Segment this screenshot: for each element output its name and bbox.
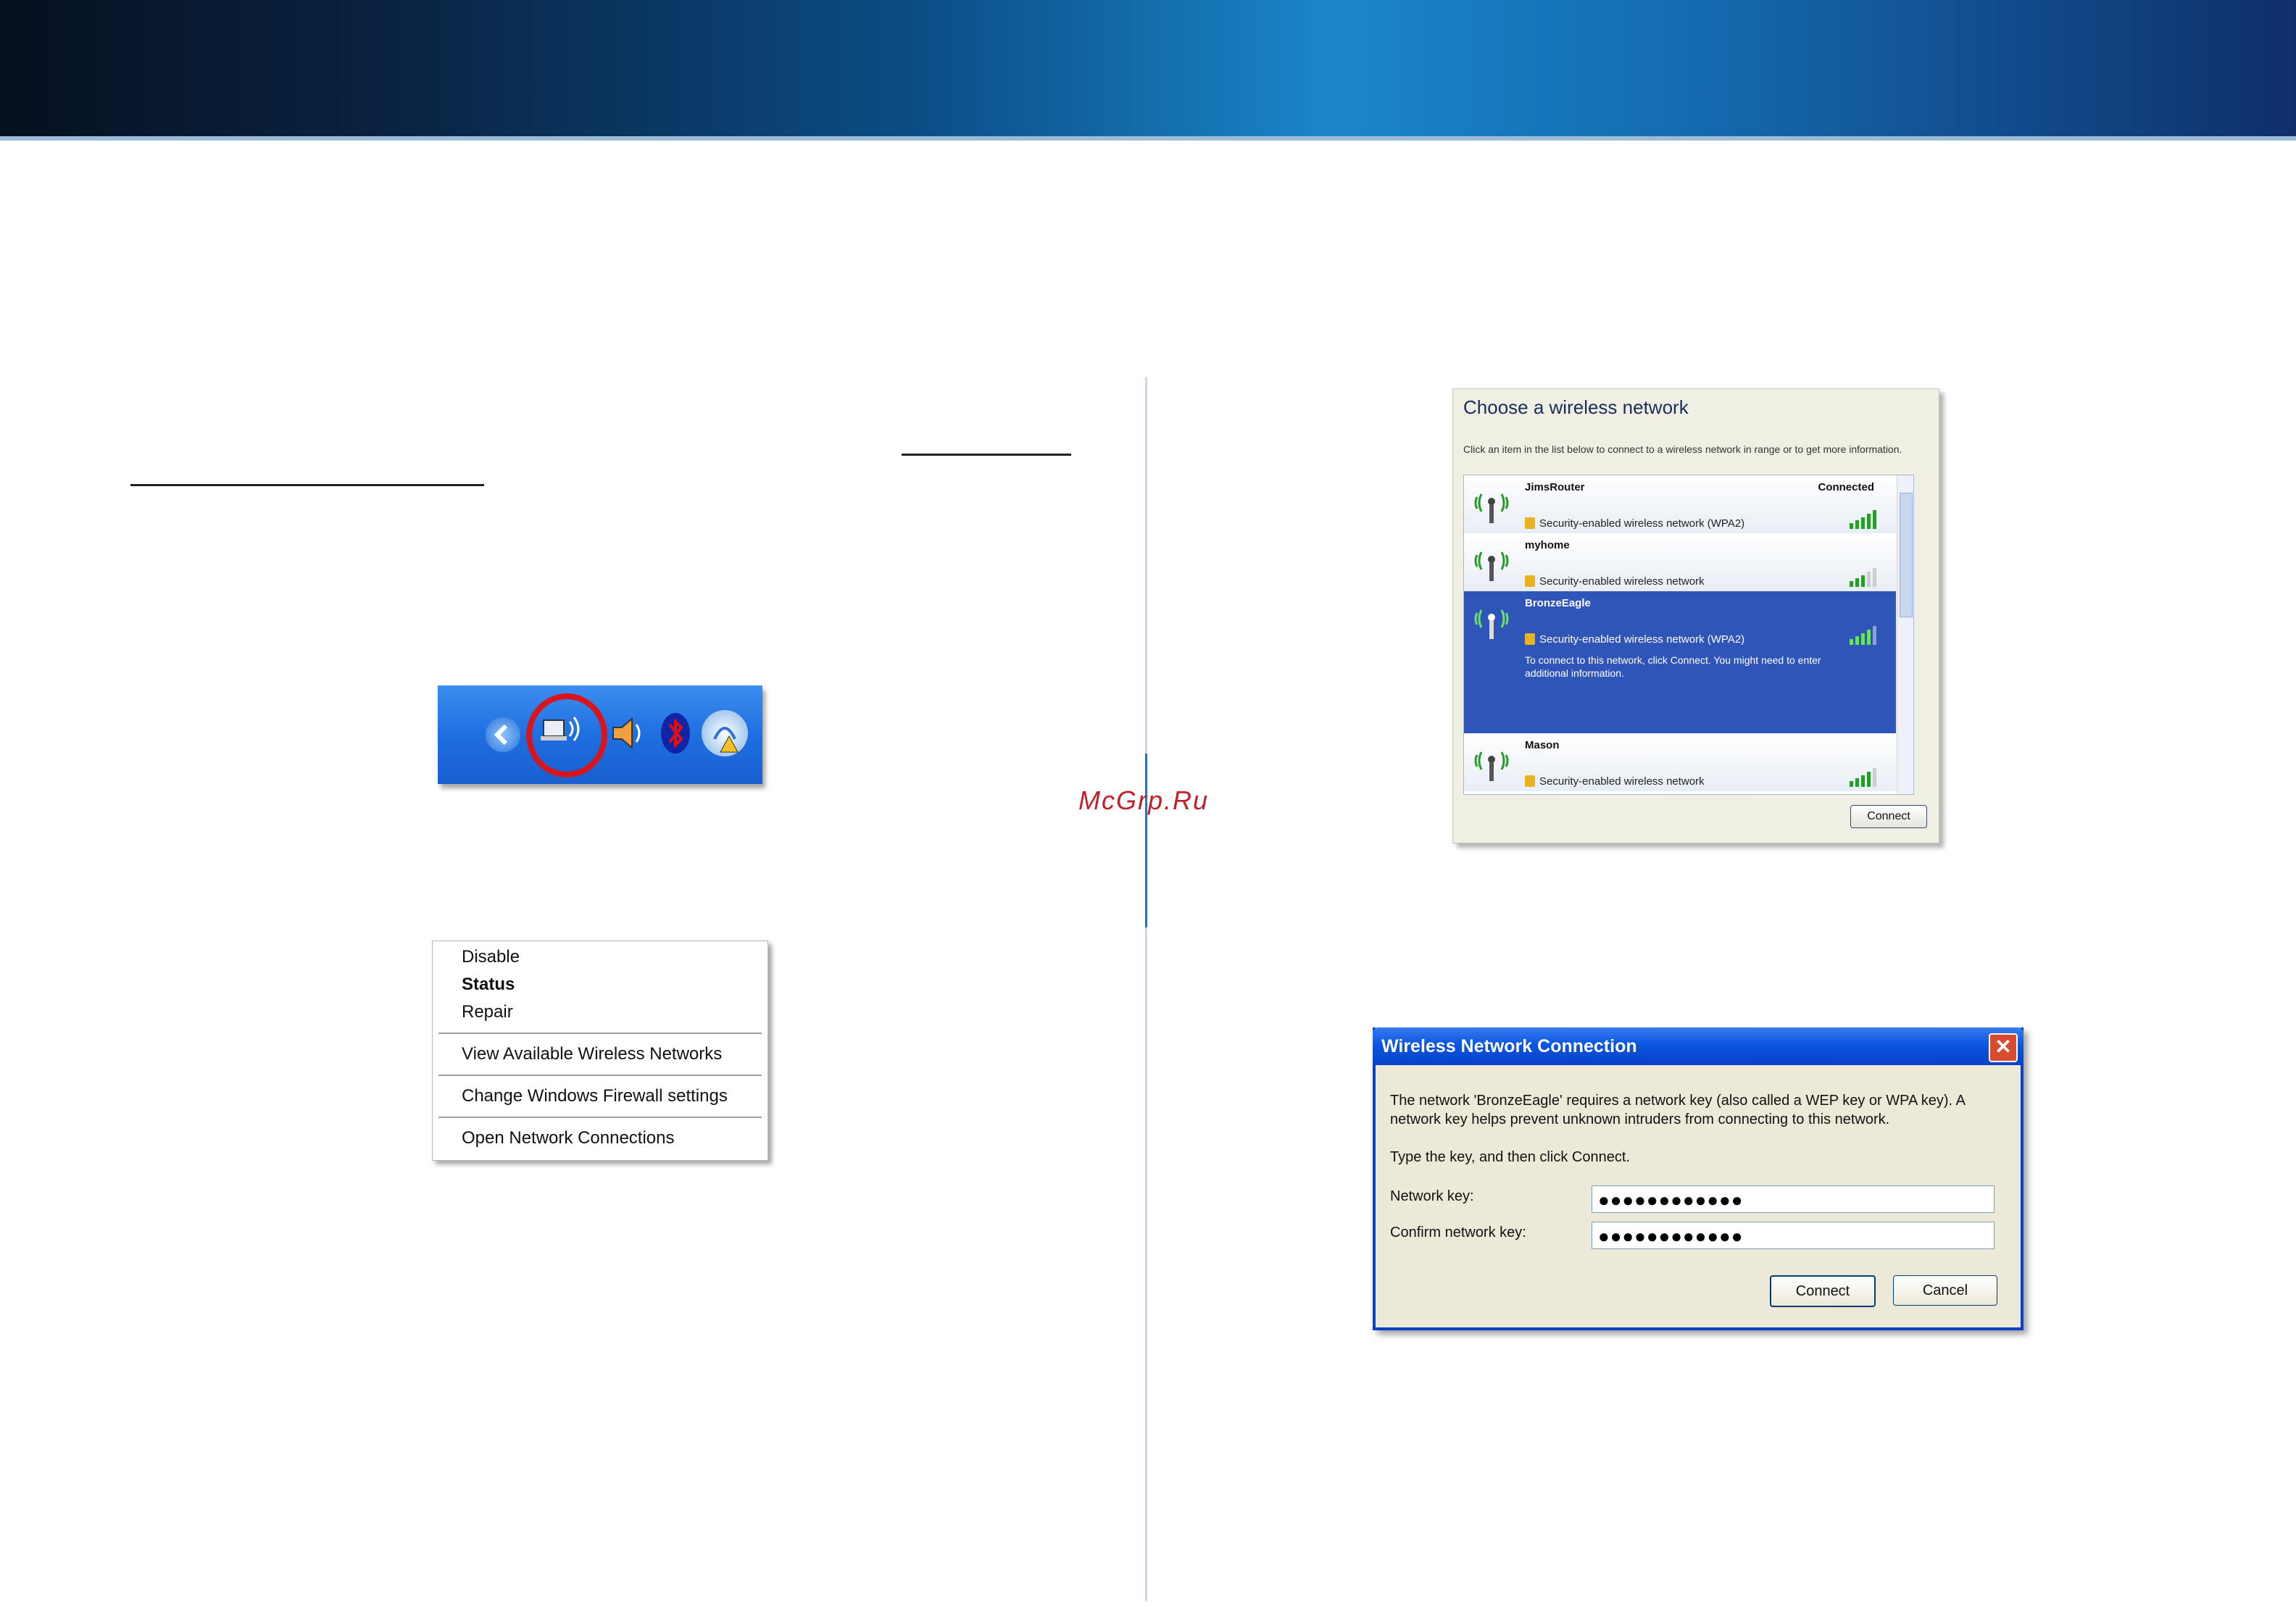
- column-divider-highlight: [1145, 754, 1147, 927]
- panel-description: Click an item in the list below to conne…: [1463, 443, 1902, 455]
- lock-icon: [1525, 575, 1535, 587]
- network-security: Security-enabled wireless network: [1539, 575, 1705, 588]
- lock-icon: [1525, 633, 1535, 645]
- network-item[interactable]: myhome Security-enabled wireless network: [1464, 533, 1896, 591]
- network-item[interactable]: Mason Security-enabled wireless network: [1464, 733, 1896, 791]
- network-key-field[interactable]: ●●●●●●●●●●●●: [1592, 1185, 1995, 1213]
- link-underline-1: [902, 454, 1071, 456]
- scrollbar-thumb[interactable]: [1900, 493, 1913, 617]
- signal-strength-icon: [1850, 768, 1876, 787]
- menu-item-status[interactable]: Status: [462, 975, 515, 995]
- tray-expand-icon[interactable]: [486, 717, 520, 752]
- network-security: Security-enabled wireless network: [1539, 775, 1705, 788]
- antenna-icon: [1474, 493, 1509, 523]
- security-alert-icon[interactable]: [702, 710, 748, 756]
- network-list: JimsRouter Connected Security-enabled wi…: [1463, 475, 1914, 795]
- signal-strength-icon: [1850, 510, 1876, 529]
- menu-item-view-wireless[interactable]: View Available Wireless Networks: [462, 1044, 722, 1064]
- panel-title: Choose a wireless network: [1463, 396, 1689, 418]
- antenna-icon: [1474, 751, 1509, 781]
- menu-item-disable[interactable]: Disable: [462, 947, 520, 967]
- wireless-network-connection-dialog: Wireless Network Connection ✕ The networ…: [1373, 1027, 2023, 1330]
- signal-strength-icon: [1850, 626, 1876, 645]
- network-name: Mason: [1525, 739, 1560, 751]
- lock-icon: [1525, 517, 1535, 529]
- dialog-title-bar: Wireless Network Connection ✕: [1373, 1027, 2023, 1065]
- network-list-scrollbar[interactable]: [1897, 475, 1913, 794]
- menu-item-repair[interactable]: Repair: [462, 1002, 513, 1022]
- dialog-title: Wireless Network Connection: [1381, 1036, 1637, 1056]
- network-name: JimsRouter: [1525, 481, 1585, 493]
- network-item-selected[interactable]: BronzeEagle Security-enabled wireless ne…: [1464, 591, 1896, 733]
- network-name: BronzeEagle: [1525, 597, 1591, 609]
- watermark: McGrp.Ru: [1078, 785, 1210, 815]
- lock-icon: [1525, 775, 1535, 787]
- menu-item-open-connections[interactable]: Open Network Connections: [462, 1128, 674, 1148]
- menu-separator: [438, 1117, 762, 1118]
- connect-button[interactable]: Connect: [1850, 805, 1927, 828]
- confirm-key-label: Confirm network key:: [1390, 1225, 1526, 1240]
- network-name: myhome: [1525, 539, 1570, 551]
- highlight-circle: [526, 693, 607, 777]
- link-underline-2: [130, 484, 484, 486]
- menu-separator: [438, 1075, 762, 1076]
- system-tray: [438, 685, 762, 784]
- close-icon[interactable]: ✕: [1989, 1033, 2018, 1062]
- dialog-instruction: Type the key, and then click Connect.: [1390, 1149, 1630, 1165]
- page-header-banner: [0, 0, 2296, 141]
- network-security: Security-enabled wireless network (WPA2): [1539, 517, 1745, 530]
- menu-separator: [438, 1033, 762, 1034]
- antenna-icon: [1474, 551, 1509, 581]
- network-context-menu: Disable Status Repair View Available Wir…: [432, 940, 768, 1161]
- connect-button[interactable]: Connect: [1770, 1275, 1876, 1307]
- volume-icon[interactable]: [606, 710, 652, 756]
- signal-strength-icon: [1850, 568, 1876, 587]
- dialog-message: The network 'BronzeEagle' requires a net…: [1390, 1093, 1965, 1127]
- network-key-label: Network key:: [1390, 1188, 1474, 1204]
- network-item[interactable]: JimsRouter Connected Security-enabled wi…: [1464, 475, 1896, 533]
- confirm-key-field[interactable]: ●●●●●●●●●●●●: [1592, 1222, 1995, 1249]
- network-security: Security-enabled wireless network (WPA2): [1539, 633, 1745, 646]
- column-divider: [1145, 377, 1147, 1601]
- network-connect-hint: To connect to this network, click Connec…: [1525, 654, 1821, 679]
- menu-item-firewall[interactable]: Change Windows Firewall settings: [462, 1086, 728, 1106]
- connection-status: Connected: [1818, 481, 1874, 493]
- bluetooth-icon[interactable]: [655, 710, 702, 756]
- choose-network-panel: Choose a wireless network Click an item …: [1452, 388, 1939, 843]
- antenna-icon: [1474, 609, 1509, 639]
- cancel-button[interactable]: Cancel: [1893, 1275, 1997, 1306]
